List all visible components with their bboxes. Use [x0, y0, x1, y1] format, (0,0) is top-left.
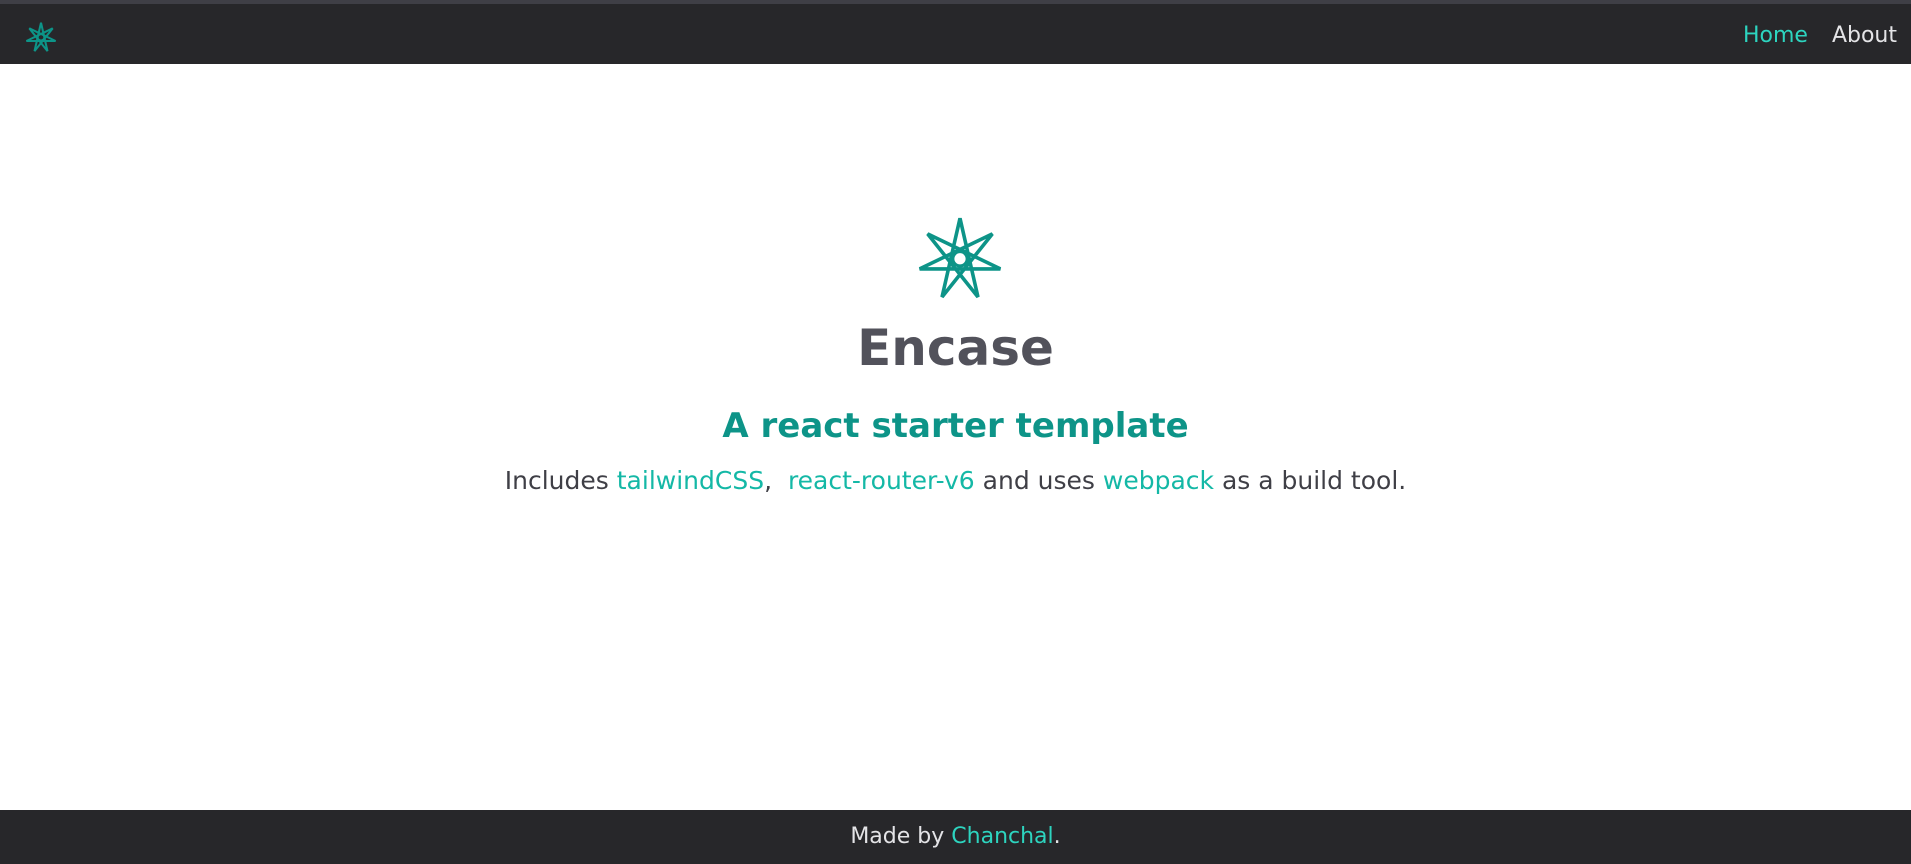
seven-point-star-icon: [914, 212, 1006, 302]
nav-links: Home About: [1743, 22, 1897, 50]
desc-suffix: as a build tool.: [1221, 466, 1407, 495]
tailwindcss-link[interactable]: tailwindCSS: [617, 466, 764, 495]
page-subtitle: A react starter template: [722, 406, 1189, 446]
page: Home About Encase A react starter templa…: [0, 0, 1911, 864]
footer-prefix: Made by: [850, 824, 945, 849]
desc-prefix: Includes: [504, 466, 609, 495]
webpack-link[interactable]: webpack: [1103, 466, 1214, 495]
nav-link-about[interactable]: About: [1832, 22, 1897, 50]
seven-point-star-icon: [24, 20, 58, 54]
hero-section: Encase A react starter template Includes…: [0, 64, 1911, 810]
footer: Made by Chanchal.: [0, 810, 1911, 864]
desc-middle: and uses: [982, 466, 1095, 495]
footer-suffix: .: [1053, 824, 1061, 849]
hero-star-svg: [918, 217, 1002, 299]
react-router-link[interactable]: react-router-v6: [788, 466, 975, 495]
nav-logo-link[interactable]: [24, 20, 58, 54]
desc-separator: ,: [764, 466, 773, 495]
page-title: Encase: [857, 319, 1054, 377]
hero-description: Includes tailwindCSS, react-router-v6 an…: [0, 464, 1911, 498]
navbar: Home About: [0, 0, 1911, 64]
nav-star-svg: [25, 22, 57, 52]
nav-link-home[interactable]: Home: [1743, 22, 1808, 50]
author-link[interactable]: Chanchal: [951, 824, 1053, 849]
